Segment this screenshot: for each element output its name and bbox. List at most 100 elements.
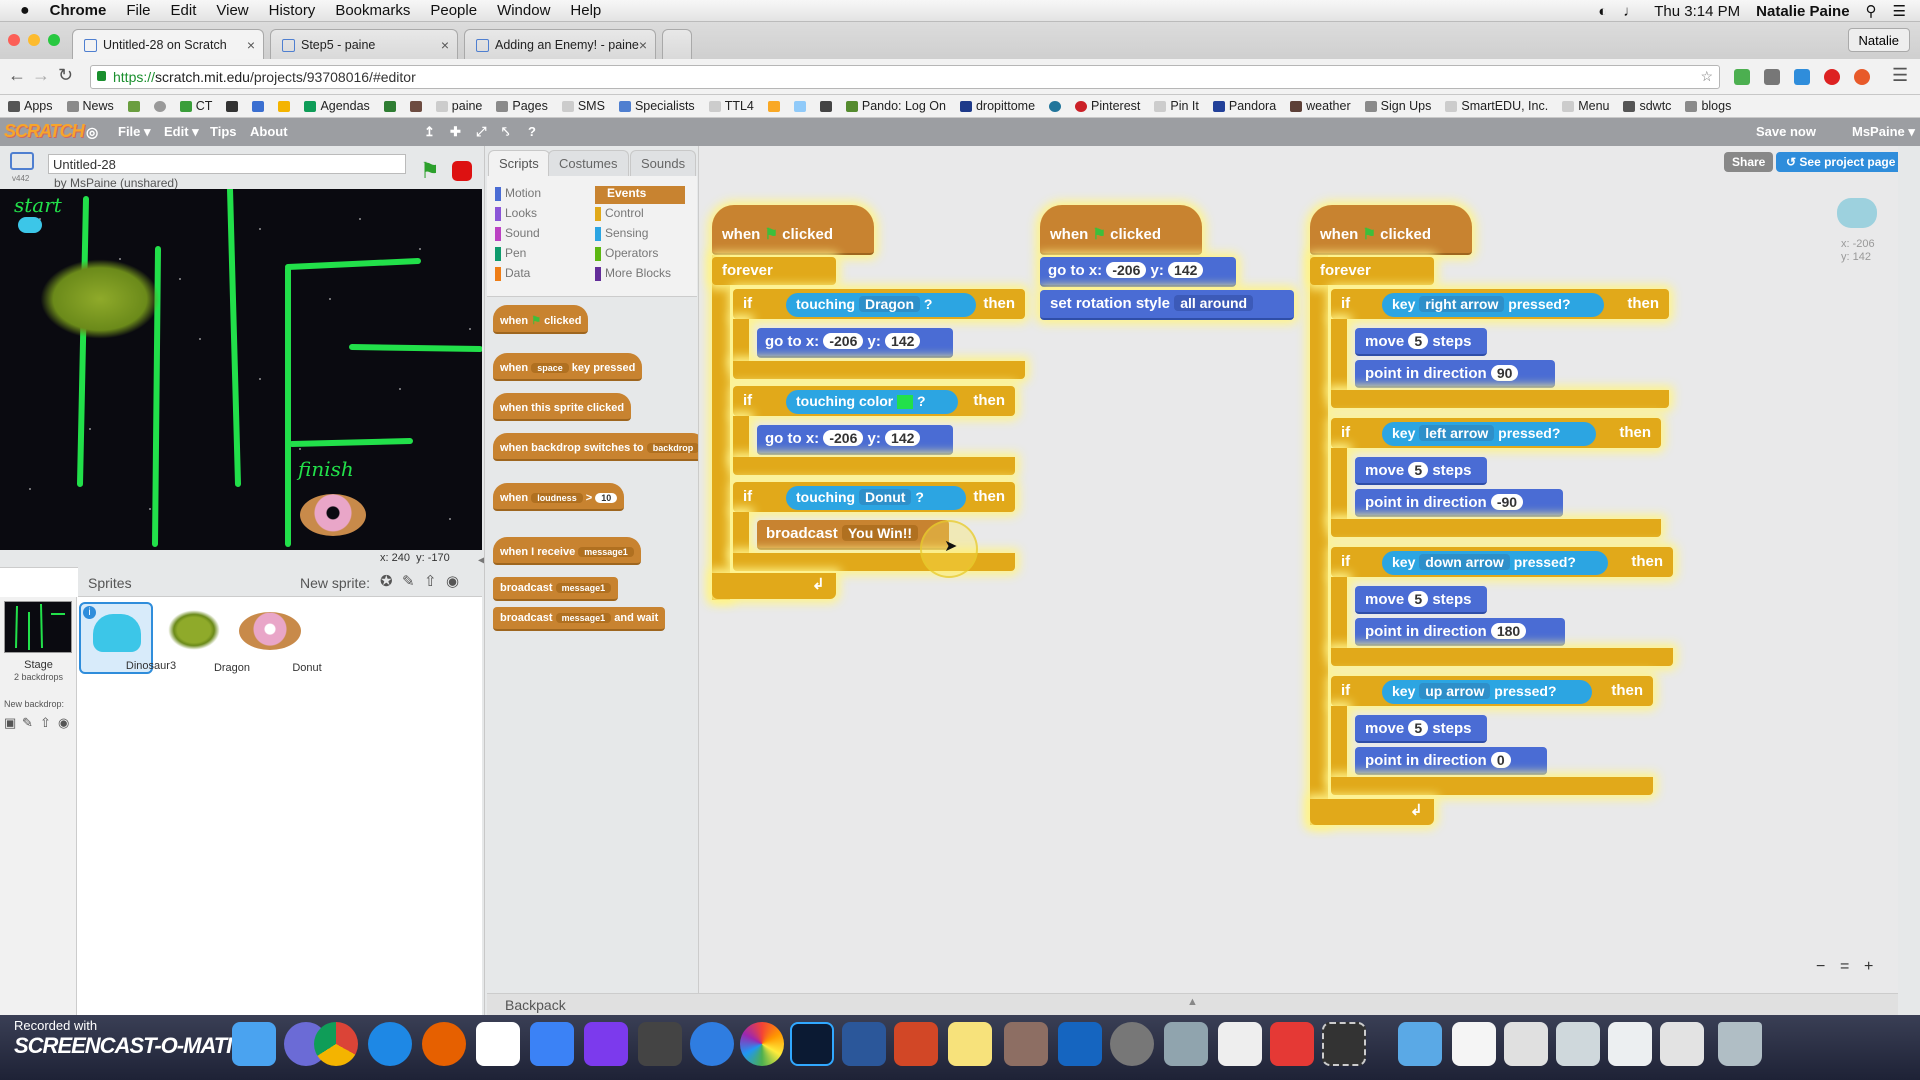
point-direction-down[interactable]: point in direction 180 (1355, 618, 1565, 646)
forward-arrow-icon[interactable]: → (32, 65, 50, 86)
reload-icon[interactable]: ↻ (58, 65, 73, 86)
backpack-expand-icon[interactable]: ▲ (1187, 996, 1198, 1008)
bookmark-menu[interactable]: Menu (1562, 99, 1609, 113)
spotlight-search-icon[interactable]: ⚲ (1866, 2, 1877, 20)
dock-app-icon[interactable] (638, 1022, 682, 1066)
dock-system-prefs-icon[interactable] (1110, 1022, 1154, 1066)
dock-word-icon[interactable] (842, 1022, 886, 1066)
y-input[interactable]: 142 (885, 430, 921, 446)
bookmark-star-icon[interactable]: ☆ (1700, 68, 1713, 85)
pocket-icon[interactable] (1764, 69, 1780, 85)
category-looks[interactable]: Looks (495, 206, 537, 224)
bookmark-sdwtc[interactable]: sdwtc (1623, 99, 1671, 113)
account-menu[interactable]: MsPaine ▾ (1852, 124, 1915, 140)
bookmark-agendas[interactable]: Agendas (304, 99, 370, 113)
bookmark-pandora[interactable]: Pandora (1212, 99, 1276, 113)
bookmark-icon-only[interactable] (127, 100, 140, 112)
touching-color-condition[interactable]: touching color ? (786, 390, 958, 414)
dock-document-icon[interactable] (1504, 1022, 1548, 1066)
upload-sprite-icon[interactable]: ⇧ (424, 572, 437, 590)
key-dropdown[interactable]: right arrow (1419, 296, 1505, 312)
window-close-button[interactable] (8, 34, 20, 46)
y-input[interactable]: 142 (885, 333, 921, 349)
category-sensing[interactable]: Sensing (595, 226, 648, 244)
point-direction-right[interactable]: point in direction 90 (1355, 360, 1555, 388)
scratch-logo[interactable]: SCRATCH (4, 121, 85, 142)
bookmark-blogs[interactable]: blogs (1685, 99, 1731, 113)
script1-go-to-xy-2[interactable]: go to x: -206 y: 142 (757, 425, 953, 455)
category-events[interactable]: Events (595, 186, 685, 204)
dock-screenshot-icon[interactable] (1322, 1022, 1366, 1066)
category-more-blocks[interactable]: More Blocks (595, 266, 671, 284)
menu-edit[interactable]: Edit (171, 2, 197, 19)
script2-go-to-xy[interactable]: go to x: -206 y: 142 (1040, 257, 1236, 287)
message-dropdown[interactable]: message1 (555, 583, 612, 593)
tab-scratch-project[interactable]: Untitled-28 on Scratch × (72, 29, 264, 59)
dock-app-icon[interactable] (1004, 1022, 1048, 1066)
duplicate-tool-icon[interactable]: ↥ (424, 124, 435, 140)
dock-photos-icon[interactable] (740, 1022, 784, 1066)
loudness-value[interactable]: 10 (595, 493, 618, 503)
dock-app-icon[interactable] (1218, 1022, 1262, 1066)
stop-sign-icon[interactable] (452, 161, 472, 181)
bookmark-ttl4[interactable]: TTL4 (708, 99, 754, 113)
scratch-menu-about[interactable]: About (250, 124, 288, 139)
dock-app-icon[interactable] (1164, 1022, 1208, 1066)
dock-itunes-icon[interactable] (690, 1022, 734, 1066)
rotation-style-dropdown[interactable]: all around (1174, 295, 1254, 311)
window-minimize-button[interactable] (28, 34, 40, 46)
dock-document-icon[interactable] (1452, 1022, 1496, 1066)
dock-trash-icon[interactable] (1718, 1022, 1762, 1066)
move-steps-right[interactable]: move 5 steps (1355, 328, 1487, 356)
help-tool-icon[interactable]: ? (528, 124, 536, 139)
zoom-out-icon[interactable]: − (1816, 958, 1825, 976)
point-direction-left[interactable]: point in direction -90 (1355, 489, 1563, 517)
apple-menu-icon[interactable]: ● (20, 2, 30, 20)
tab-close-icon[interactable]: × (247, 37, 255, 53)
zoom-reset-icon[interactable]: = (1840, 958, 1849, 976)
dock-calendar-icon[interactable] (476, 1022, 520, 1066)
y-input[interactable]: 142 (1168, 262, 1204, 278)
backpack-bar[interactable]: Backpack ▲ (487, 993, 1898, 1015)
profile-button[interactable]: Natalie (1847, 28, 1910, 52)
tab-close-icon[interactable]: × (639, 37, 647, 53)
sprite-dropdown[interactable]: Dragon (859, 296, 920, 312)
bookmark-icon-only[interactable] (383, 100, 396, 112)
key-dropdown[interactable]: space (531, 363, 569, 373)
volume-icon[interactable]: ♩ (1623, 3, 1638, 20)
bookmark-ct[interactable]: CT (179, 99, 212, 113)
adblock-icon[interactable] (1824, 69, 1840, 85)
move-steps-up[interactable]: move 5 steps (1355, 715, 1487, 743)
script2-when-flag-clicked[interactable]: when ⚑ clicked (1040, 205, 1202, 255)
category-pen[interactable]: Pen (495, 246, 526, 264)
save-now-link[interactable]: Save now (1756, 124, 1816, 139)
steps-input[interactable]: 5 (1408, 462, 1429, 478)
fullscreen-icon[interactable] (10, 152, 34, 170)
delete-tool-icon[interactable]: ✚ (450, 124, 461, 140)
tab-close-icon[interactable]: × (441, 37, 449, 53)
script2-set-rotation-style[interactable]: set rotation style all around (1040, 290, 1294, 320)
scratch-menu-edit[interactable]: Edit ▾ (164, 124, 199, 140)
tab-step5[interactable]: Step5 - paine × (270, 29, 458, 59)
bookmark-icon-only[interactable] (278, 100, 291, 112)
menu-history[interactable]: History (269, 2, 316, 19)
palette-when-i-receive[interactable]: when I receive message1 (493, 537, 641, 565)
scratch-menu-file[interactable]: File ▾ (118, 124, 151, 140)
wifi-icon[interactable]: ◐ (1598, 3, 1607, 20)
donut-sprite-icon[interactable] (300, 494, 366, 536)
point-direction-up[interactable]: point in direction 0 (1355, 747, 1547, 775)
bookmark-icon-only[interactable] (252, 100, 265, 112)
dock-imovie-icon[interactable] (584, 1022, 628, 1066)
palette-when-loudness[interactable]: when loudness > 10 (493, 483, 625, 511)
script1-when-flag-clicked[interactable]: when ⚑ clicked (712, 205, 874, 255)
menu-view[interactable]: View (216, 2, 248, 19)
x-input[interactable]: -206 (1106, 262, 1147, 278)
sprite-dropdown[interactable]: Donut (859, 489, 912, 505)
message-dropdown[interactable]: message1 (555, 613, 612, 623)
back-arrow-icon[interactable]: ← (8, 65, 26, 86)
message-dropdown[interactable]: message1 (578, 547, 634, 557)
menubar-user[interactable]: Natalie Paine (1756, 3, 1849, 20)
key-dropdown[interactable]: left arrow (1419, 425, 1495, 441)
touching-donut-condition[interactable]: touching Donut ? (786, 486, 966, 510)
palette-broadcast-and-wait[interactable]: broadcast message1 and wait (493, 607, 666, 631)
